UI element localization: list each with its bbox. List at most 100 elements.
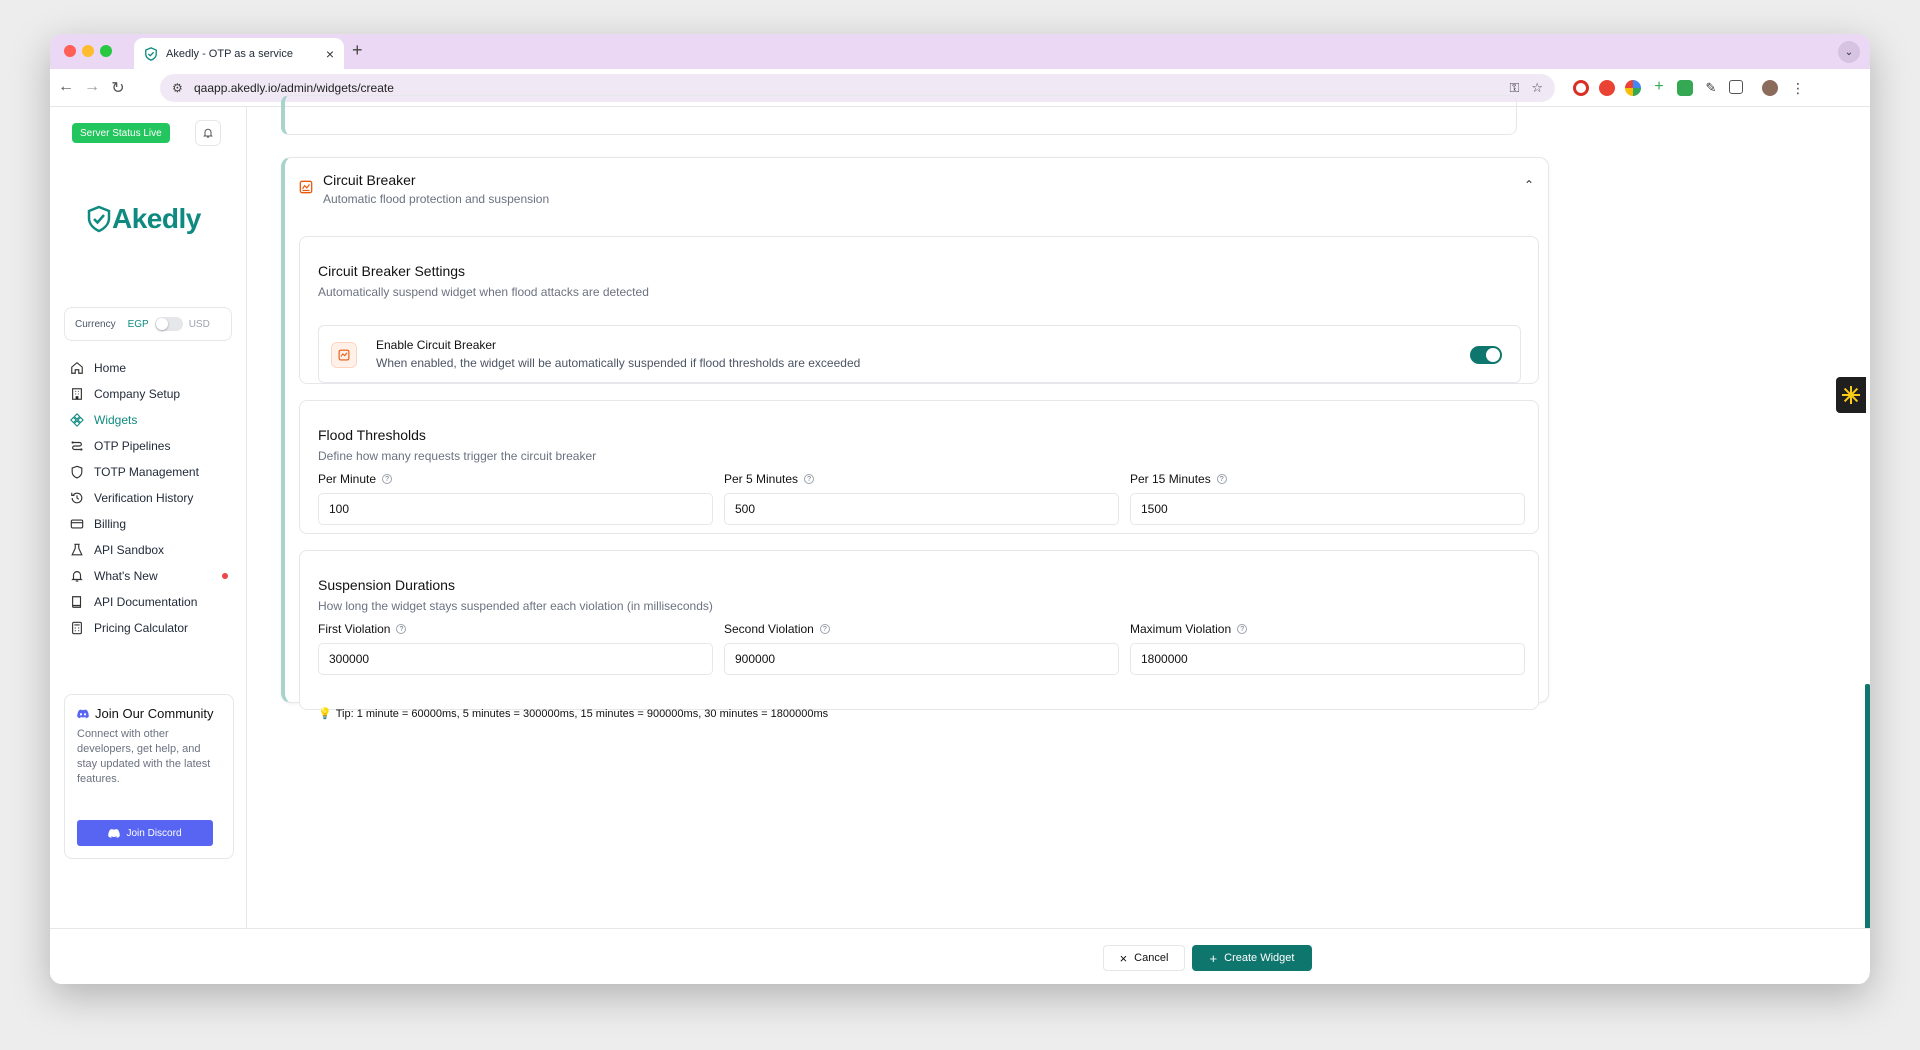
sidebar-item-home[interactable]: Home [64,355,234,381]
close-window-button[interactable] [64,45,76,57]
floating-helper-button[interactable] [1836,377,1866,413]
card-description: Define how many requests trigger the cir… [318,449,597,463]
maximum-violation-field: Maximum Violation? [1130,621,1525,675]
notifications-button[interactable] [195,120,221,146]
help-icon[interactable]: ? [382,474,393,484]
cancel-button[interactable]: × Cancel [1103,945,1185,971]
help-icon[interactable]: ? [819,624,830,634]
logo-text: Akedly [112,203,201,234]
new-tab-button[interactable]: + [352,40,363,61]
circuit-breaker-section: Circuit Breaker Automatic flood protecti… [281,157,1549,720]
extension-plus-icon[interactable]: + [1651,79,1667,96]
extension-record-icon[interactable] [1573,80,1589,96]
akedly-logo[interactable]: Akedly [86,203,201,235]
sidebar-item-totp-management[interactable]: TOTP Management [64,459,234,485]
maximum-violation-input[interactable] [1130,643,1525,675]
per-15-minutes-input[interactable] [1130,493,1525,525]
sidebar-item-label: API Sandbox [94,543,165,557]
per-5-minutes-input[interactable] [724,493,1119,525]
section-title: Circuit Breaker [323,172,416,188]
second-violation-field: Second Violation? [724,621,1119,675]
card-description: Automatically suspend widget when flood … [318,285,649,299]
first-violation-field: First Violation? [318,621,713,675]
main-content: Circuit Breaker Automatic flood protecti… [248,95,1870,984]
help-icon[interactable]: ? [1237,624,1248,634]
browser-menu-icon[interactable]: ⋮ [1790,80,1806,96]
help-icon[interactable]: ? [396,624,407,634]
section-subtitle: Automatic flood protection and suspensio… [323,192,550,206]
minimize-window-button[interactable] [82,45,94,57]
card-title: Suspension Durations [318,577,455,593]
suspension-durations-card: Suspension Durations How long the widget… [299,550,1539,720]
first-violation-input[interactable] [318,643,713,675]
help-icon[interactable]: ? [1216,474,1227,484]
per-minute-field: Per Minute? [318,471,713,525]
extension-opera-icon[interactable] [1599,80,1615,96]
close-tab-icon[interactable]: × [326,46,334,62]
chevron-up-icon[interactable]: ⌃ [1524,178,1534,192]
tab-search-chevron-icon[interactable]: ⌄ [1838,41,1860,63]
sidebar-item-widgets[interactable]: Widgets [64,407,234,433]
sidebar-item-label: API Documentation [94,595,198,609]
help-icon[interactable]: ? [804,474,815,484]
sidebar-item-api-documentation[interactable]: API Documentation [64,589,234,615]
circuit-breaker-settings-card: Circuit Breaker Settings Automatically s… [299,236,1539,384]
community-card: Join Our Community Connect with other de… [64,694,234,859]
sidebar-item-otp-pipelines[interactable]: OTP Pipelines [64,433,234,459]
bookmark-star-icon[interactable]: ☆ [1531,80,1543,96]
sidebar-item-whats-new[interactable]: What's New [64,563,234,589]
url-text[interactable]: qaapp.akedly.io/admin/widgets/create [194,81,1497,95]
conversion-tip: 💡 Tip: 1 minute = 60000ms, 5 minutes = 3… [318,707,828,721]
reload-icon[interactable]: ↻ [108,78,128,98]
currency-toggle[interactable] [154,317,183,331]
card-description: How long the widget stays suspended afte… [318,599,713,613]
sidebar-item-label: Billing [94,517,127,531]
browser-tab[interactable]: Akedly - OTP as a service × [134,38,344,69]
widgets-icon [70,413,84,427]
tab-strip: Akedly - OTP as a service × + ⌄ [50,34,1870,69]
maximize-window-button[interactable] [100,45,112,57]
extension-colorful-icon[interactable] [1625,80,1641,96]
book-icon [72,596,82,608]
app-root: Server Status Live Akedly Currency EGP U… [50,95,1870,984]
circuit-breaker-header[interactable]: Circuit Breaker Automatic flood protecti… [299,172,549,206]
sidebar-item-api-sandbox[interactable]: API Sandbox [64,537,234,563]
browser-window: Akedly - OTP as a service × + ⌄ ← → ↻ ⚙ … [50,34,1870,984]
second-violation-input[interactable] [724,643,1119,675]
field-label: First Violation [318,622,391,636]
sidebar-item-pricing-calculator[interactable]: Pricing Calculator [64,615,234,641]
new-indicator-dot [222,573,228,579]
sidebar-item-verification-history[interactable]: Verification History [64,485,234,511]
extensions-puzzle-icon[interactable] [1729,80,1743,94]
currency-egp[interactable]: EGP [128,319,149,330]
enable-label: Enable Circuit Breaker [376,338,497,352]
join-discord-label: Join Discord [126,827,182,839]
password-key-icon[interactable]: ⚿ [1509,80,1519,96]
per-minute-input[interactable] [318,493,713,525]
sidebar-nav: Home Company Setup Widgets OTP Pipelines… [64,355,234,641]
field-label: Second Violation [724,622,814,636]
create-widget-button[interactable]: + Create Widget [1192,945,1312,971]
back-arrow-icon[interactable]: ← [56,78,76,96]
extension-chat-icon[interactable] [1677,80,1693,96]
currency-label: Currency [75,318,116,330]
enable-description: When enabled, the widget will be automat… [376,356,861,370]
close-icon: × [1119,950,1128,966]
bell-icon [71,571,83,582]
sparkle-icon [1842,386,1860,404]
extension-eyedropper-icon[interactable]: ✎ [1703,80,1719,96]
profile-avatar[interactable] [1762,80,1778,96]
currency-usd[interactable]: USD [189,319,210,330]
home-icon [71,362,83,374]
site-settings-icon[interactable]: ⚙ [172,81,186,95]
forward-arrow-icon[interactable]: → [82,78,102,96]
form-footer: × Cancel + Create Widget [50,928,1870,984]
join-discord-button[interactable]: Join Discord [77,820,213,846]
sidebar-item-billing[interactable]: Billing [64,511,234,537]
server-status-badge: Server Status Live [72,123,170,143]
community-title: Join Our Community [95,706,214,721]
enable-circuit-breaker-toggle[interactable] [1470,346,1502,364]
sidebar-item-company-setup[interactable]: Company Setup [64,381,234,407]
create-widget-label: Create Widget [1224,952,1295,964]
cancel-label: Cancel [1134,952,1169,964]
